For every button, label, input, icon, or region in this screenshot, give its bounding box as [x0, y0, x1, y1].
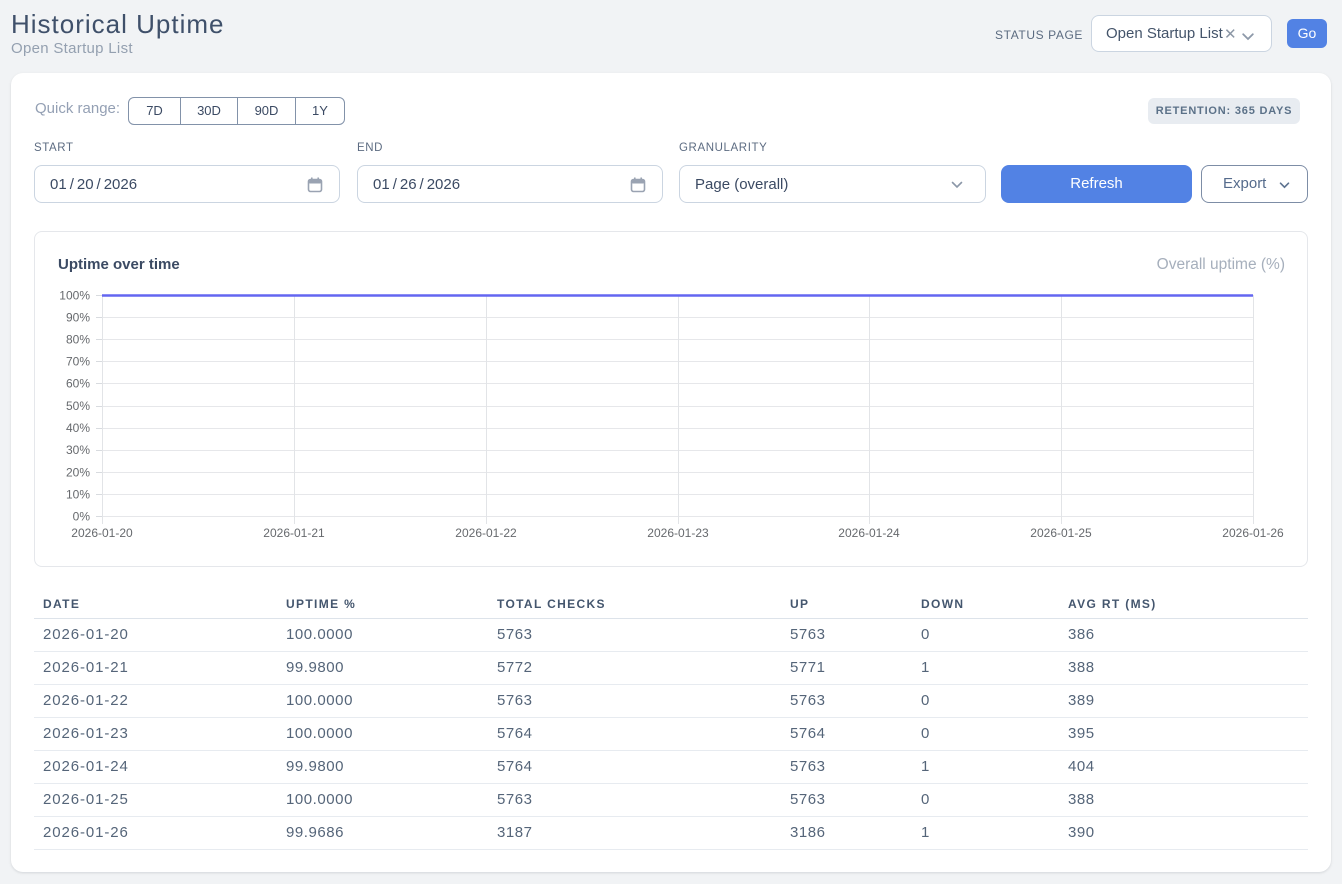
svg-text:30%: 30%: [66, 443, 90, 457]
svg-text:2026-01-24: 2026-01-24: [838, 526, 900, 540]
svg-text:2026-01-20: 2026-01-20: [71, 526, 133, 540]
svg-text:100%: 100%: [59, 289, 90, 303]
svg-text:50%: 50%: [66, 399, 90, 413]
svg-text:2026-01-25: 2026-01-25: [1030, 526, 1092, 540]
svg-text:2026-01-21: 2026-01-21: [263, 526, 325, 540]
svg-text:2026-01-26: 2026-01-26: [1222, 526, 1284, 540]
svg-text:40%: 40%: [66, 421, 90, 435]
svg-text:90%: 90%: [66, 311, 90, 325]
svg-text:2026-01-22: 2026-01-22: [455, 526, 517, 540]
svg-text:20%: 20%: [66, 466, 90, 480]
svg-text:60%: 60%: [66, 377, 90, 391]
svg-text:0%: 0%: [73, 510, 91, 524]
svg-text:2026-01-23: 2026-01-23: [647, 526, 709, 540]
svg-text:70%: 70%: [66, 355, 90, 369]
svg-text:80%: 80%: [66, 333, 90, 347]
svg-text:10%: 10%: [66, 488, 90, 502]
